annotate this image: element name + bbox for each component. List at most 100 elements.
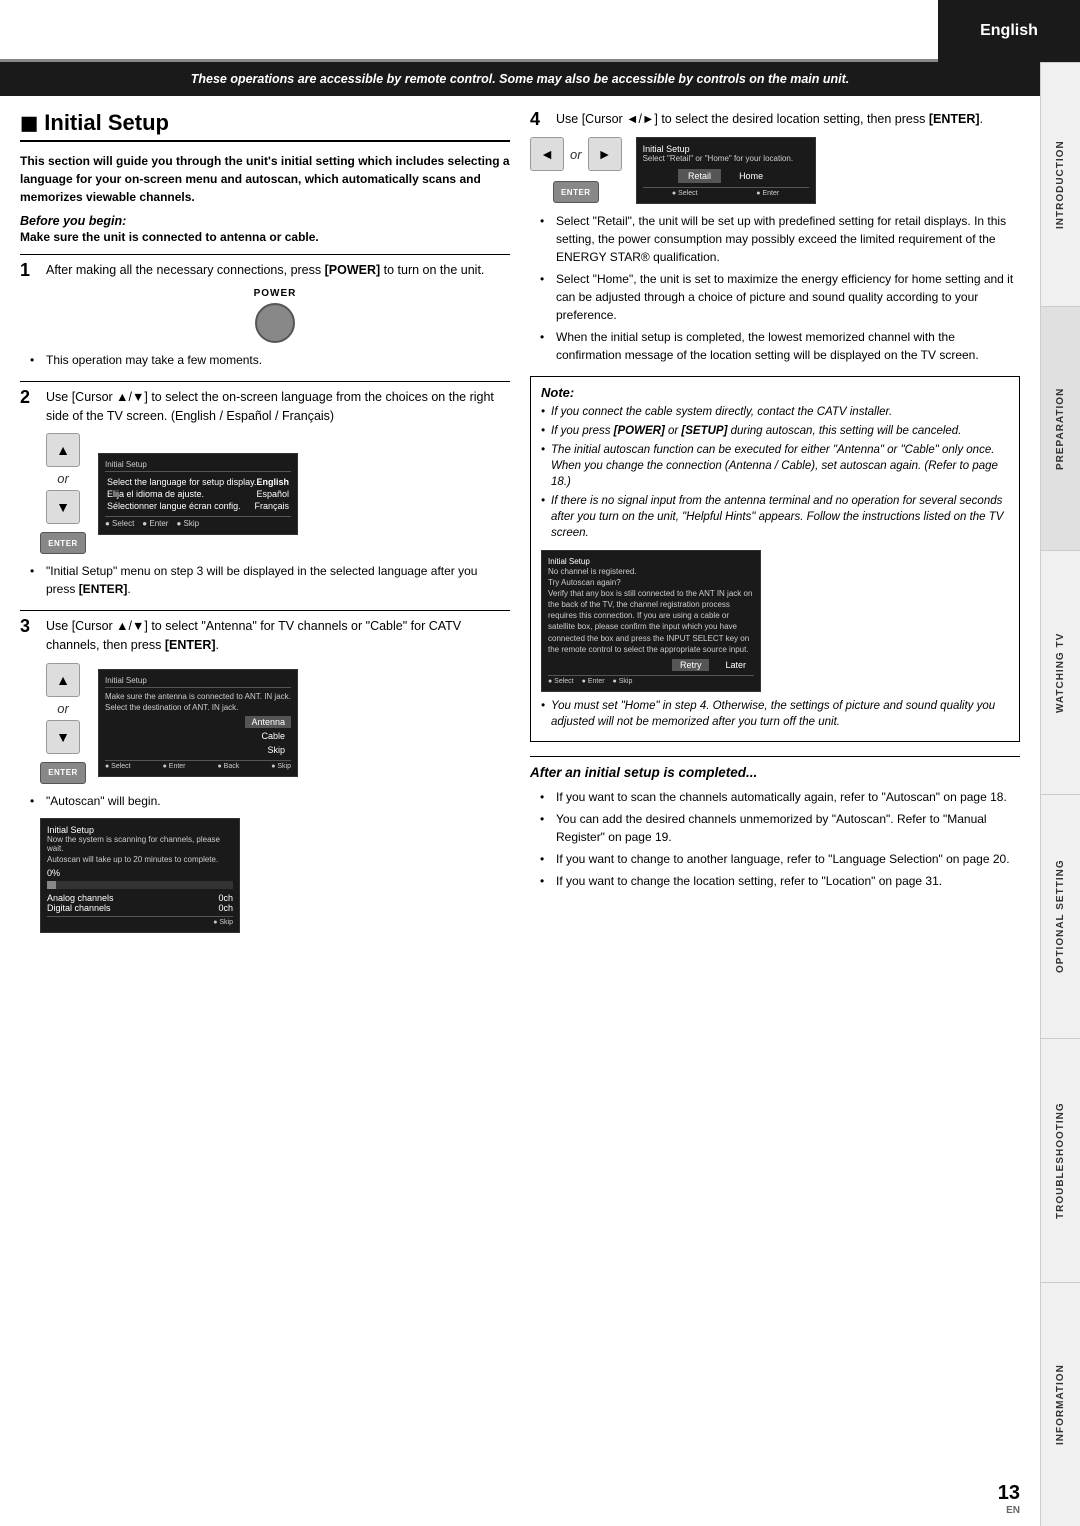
after-bullet-2-text: You can add the desired channels unmemor… bbox=[556, 810, 1020, 846]
step-4: 4 Use [Cursor ◄/►] to select the desired… bbox=[530, 110, 1020, 364]
after-bullet-1-text: If you want to scan the channels automat… bbox=[556, 788, 1007, 806]
step-4-header: 4 Use [Cursor ◄/►] to select the desired… bbox=[530, 110, 1020, 129]
arrow-up-btn-3: ▲ bbox=[46, 663, 80, 697]
screen-3-instr1: Make sure the antenna is connected to AN… bbox=[105, 692, 291, 701]
enter-btn-4: ENTER bbox=[553, 181, 599, 203]
page-number: 13 bbox=[998, 1482, 1020, 1505]
lr-buttons-row: ◄ or ► bbox=[530, 137, 622, 171]
step-2-controls: ▲ or ▼ ENTER Initial Setup Select the la… bbox=[40, 433, 510, 554]
screen-3-footer: ● Select● Enter● Back● Skip bbox=[105, 760, 291, 770]
note-item-3-text: The initial autoscan function can be exe… bbox=[551, 442, 1009, 490]
screen-2-title: Initial Setup bbox=[105, 460, 291, 472]
screen-2-footer: ● Select● Enter● Skip bbox=[105, 516, 291, 528]
autoscan-channels: Analog channels 0ch bbox=[47, 893, 233, 903]
note-item-1-text: If you connect the cable system directly… bbox=[551, 404, 892, 420]
retry-text: No channel is registered.Try Autoscan ag… bbox=[548, 566, 754, 656]
screen-4-title: Initial Setup bbox=[643, 144, 809, 154]
retry-btn: Retry bbox=[672, 659, 710, 671]
after-bullet-3: • If you want to change to another langu… bbox=[540, 850, 1020, 868]
english-tab: English bbox=[938, 0, 1080, 62]
retry-footer: ● Select● Enter● Skip bbox=[548, 675, 754, 685]
screen-3-instr2: Select the destination of ANT. IN jack. bbox=[105, 703, 291, 712]
or-label-4: or bbox=[570, 147, 582, 162]
power-button-visual: POWER bbox=[40, 288, 510, 343]
analog-value: 0ch bbox=[218, 893, 233, 903]
page-en: EN bbox=[998, 1505, 1020, 1516]
step-4-bullet-3: • When the initial setup is completed, t… bbox=[540, 328, 1020, 364]
step-3-controls: ▲ or ▼ ENTER Initial Setup Make sure the… bbox=[40, 663, 510, 784]
title-bullet: ◼ bbox=[20, 110, 38, 136]
step-2-bullet: • "Initial Setup" menu on step 3 will be… bbox=[30, 562, 510, 598]
note-title: Note: bbox=[541, 385, 1009, 400]
screen-3-title: Initial Setup bbox=[105, 676, 291, 688]
retry-buttons: Retry Later bbox=[548, 659, 754, 671]
screen-3-antenna: Antenna bbox=[245, 716, 291, 728]
english-label: English bbox=[980, 22, 1038, 40]
arrow-down-btn: ▼ bbox=[46, 490, 80, 524]
autoscan-progress-fill bbox=[47, 881, 56, 889]
power-label: POWER bbox=[254, 288, 297, 299]
retry-screen: Initial Setup No channel is registered.T… bbox=[541, 550, 761, 693]
screen-4-home: Home bbox=[729, 169, 773, 183]
arrow-up-btn: ▲ bbox=[46, 433, 80, 467]
title-text: Initial Setup bbox=[44, 110, 169, 136]
after-bullet-4-text: If you want to change the location setti… bbox=[556, 872, 942, 890]
step-2-screen: Initial Setup Select the language for se… bbox=[98, 453, 298, 535]
step-3-bullet: • "Autoscan" will begin. bbox=[30, 792, 510, 810]
note-item-2-text: If you press [POWER] or [SETUP] during a… bbox=[551, 423, 961, 439]
step-2: 2 Use [Cursor ▲/▼] to select the on-scre… bbox=[20, 388, 510, 599]
page-title: ◼ Initial Setup bbox=[20, 110, 510, 142]
autoscan-text2: Autoscan will take up to 20 minutes to c… bbox=[47, 855, 233, 864]
step-3-bullet-text: "Autoscan" will begin. bbox=[46, 792, 161, 810]
notice-banner: These operations are accessible by remot… bbox=[0, 62, 1040, 96]
after-section: After an initial setup is completed... •… bbox=[530, 756, 1020, 890]
right-btn: ► bbox=[588, 137, 622, 171]
right-column: 4 Use [Cursor ◄/►] to select the desired… bbox=[530, 110, 1020, 945]
divider-2 bbox=[20, 381, 510, 382]
top-bar: English bbox=[0, 0, 1080, 62]
screen-4-options: Retail Home bbox=[643, 169, 809, 183]
note-box: Note: • If you connect the cable system … bbox=[530, 376, 1020, 742]
intro-text: This section will guide you through the … bbox=[20, 152, 510, 206]
screen-4-footer: ● Select● Enter bbox=[643, 187, 809, 197]
step-3-screen: Initial Setup Make sure the antenna is c… bbox=[98, 669, 298, 777]
step-1-number: 1 bbox=[20, 261, 40, 280]
screen-2-row-0: Select the language for setup display.En… bbox=[105, 476, 291, 488]
note-item-2: • If you press [POWER] or [SETUP] during… bbox=[541, 423, 1009, 439]
step-1-text: After making all the necessary connectio… bbox=[46, 261, 484, 280]
step-4-number: 4 bbox=[530, 110, 550, 129]
sidebar-item-troubleshooting: TROUBLESHOOTING bbox=[1041, 1038, 1080, 1282]
sidebar-item-optional-setting: OPTIONAL SETTING bbox=[1041, 794, 1080, 1038]
power-btn-circle bbox=[255, 303, 295, 343]
step-3-number: 3 bbox=[20, 617, 40, 655]
arrow-down-btn-3: ▼ bbox=[46, 720, 80, 754]
after-bullet-2: • You can add the desired channels unmem… bbox=[540, 810, 1020, 846]
main-content: These operations are accessible by remot… bbox=[0, 62, 1040, 959]
content-area: ◼ Initial Setup This section will guide … bbox=[0, 96, 1040, 959]
step-4-screen: Initial Setup Select "Retail" or "Home" … bbox=[636, 137, 816, 204]
or-label-2: or bbox=[57, 471, 69, 486]
screen-4-retail: Retail bbox=[678, 169, 721, 183]
page-footer: 13 EN bbox=[998, 1482, 1020, 1516]
screen-3-cable: Cable bbox=[255, 730, 291, 742]
step-3-header: 3 Use [Cursor ▲/▼] to select "Antenna" f… bbox=[20, 617, 510, 655]
step-1-header: 1 After making all the necessary connect… bbox=[20, 261, 510, 280]
autoscan-title: Initial Setup bbox=[47, 825, 233, 835]
screen-3-skip: Skip bbox=[261, 744, 291, 756]
retry-title: Initial Setup bbox=[548, 557, 754, 566]
step-4-controls: ◄ or ► ENTER Initial Setup Select "Retai… bbox=[530, 137, 1020, 204]
step-3: 3 Use [Cursor ▲/▼] to select "Antenna" f… bbox=[20, 617, 510, 933]
enter-btn-2: ENTER bbox=[40, 532, 86, 554]
sidebar-item-information: INFORMATION bbox=[1041, 1282, 1080, 1526]
autoscan-screen: Initial Setup Now the system is scanning… bbox=[40, 818, 240, 933]
autoscan-digital: Digital channels 0ch bbox=[47, 903, 233, 913]
or-label-3: or bbox=[57, 701, 69, 716]
notice-text: These operations are accessible by remot… bbox=[191, 72, 850, 86]
step-2-number: 2 bbox=[20, 388, 40, 426]
step-1-bullet: • This operation may take a few moments. bbox=[30, 351, 510, 369]
right-sidebar: INTRODUCTION PREPARATION WATCHING TV OPT… bbox=[1040, 62, 1080, 1526]
before-begin-label: Before you begin: bbox=[20, 214, 510, 228]
sidebar-item-preparation: PREPARATION bbox=[1041, 306, 1080, 550]
note-item-5: • You must set "Home" in step 4. Otherwi… bbox=[541, 698, 1009, 730]
sidebar-item-introduction: INTRODUCTION bbox=[1041, 62, 1080, 306]
